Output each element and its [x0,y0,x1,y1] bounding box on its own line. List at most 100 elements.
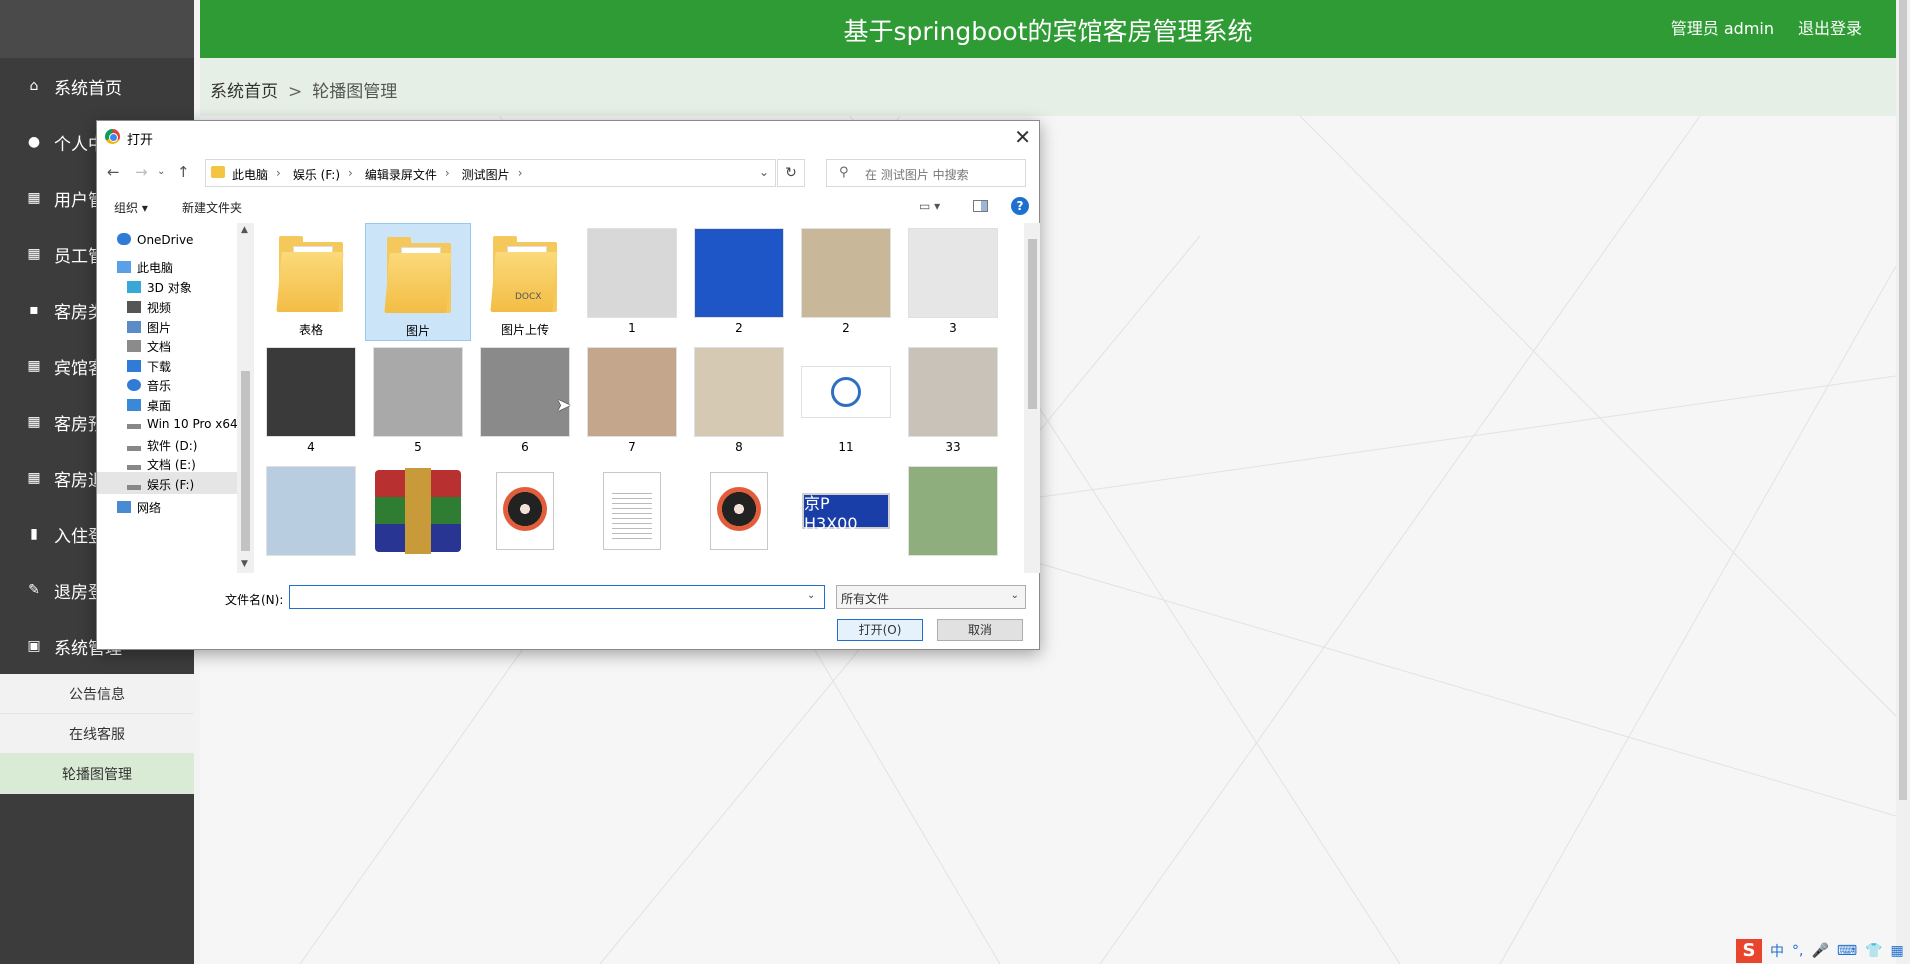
page-scrollbar-thumb[interactable] [1899,0,1907,800]
sogou-logo[interactable]: S [1736,939,1762,963]
file-item[interactable]: 4 [258,342,364,460]
file-item[interactable]: 京P H3X00 [793,461,899,573]
file-grid-scrollbar-thumb[interactable] [1028,239,1037,409]
drive-icon [127,465,141,470]
logout-link[interactable]: 退出登录 [1798,15,1862,39]
new-folder-button[interactable]: 新建文件夹 [182,199,242,216]
refresh-icon[interactable]: ↻ [777,159,805,187]
sidebar-subitem[interactable]: 在线客服 [0,714,194,754]
ime-toolbar: S 中 °, 🎤 ⌨ 👕 ▦ [1736,938,1910,964]
address-segment[interactable]: 测试图片 [462,166,510,183]
nav-item[interactable]: 网络 [97,495,237,517]
nav-item[interactable]: 文档 (E:) [97,452,237,474]
nav-item-label: 此电脑 [137,261,174,275]
file-item[interactable] [900,461,1006,573]
drive-icon [127,446,141,451]
scroll-down-icon[interactable]: ▼ [241,559,248,569]
photo-thumbnail [479,346,571,438]
sidebar-subitem[interactable]: 公告信息 [0,674,194,714]
microphone-icon[interactable]: 🎤 [1811,943,1828,959]
download-icon [127,360,141,372]
folder-icon [211,166,225,178]
file-item[interactable]: 8 [686,342,792,460]
page-scrollbar[interactable] [1896,0,1910,964]
search-icon: ⚲ [839,165,849,180]
file-grid-scrollbar[interactable] [1024,223,1040,573]
nav-item-label: 图片 [147,321,172,335]
open-button[interactable]: 打开(O) [837,619,923,641]
preview-pane-icon[interactable] [973,200,988,212]
file-item[interactable] [258,461,364,573]
recent-locations-icon[interactable]: ⌄ [157,166,165,177]
search-input[interactable]: ⚲ 在 测试图片 中搜索 [826,159,1026,187]
file-item[interactable] [472,461,578,573]
file-item[interactable]: 33 [900,342,1006,460]
back-arrow-icon[interactable]: ← [107,163,120,181]
chevron-down-icon[interactable]: ⌄ [759,165,769,179]
file-item[interactable]: 3 [900,223,1006,341]
skin-icon[interactable]: 👕 [1865,943,1882,959]
file-item[interactable] [579,461,685,573]
network-icon [117,501,131,513]
help-icon[interactable]: ? [1011,197,1029,215]
chevron-down-icon[interactable]: ⌄ [807,590,815,601]
chevron-right-icon[interactable]: › [348,166,353,183]
file-item[interactable] [686,461,792,573]
address-segment[interactable]: 娱乐 (F:) [293,166,340,183]
keyboard-icon[interactable]: ⌨ [1837,943,1857,959]
nav-item[interactable]: 音乐 [97,373,237,395]
file-item[interactable]: 表格 [258,223,364,341]
file-item[interactable]: 5 [365,342,471,460]
file-item[interactable]: 2 [793,223,899,341]
drive-icon [127,485,141,490]
nav-item[interactable]: 桌面 [97,393,237,415]
file-item[interactable]: 图片 [365,223,471,341]
organize-button[interactable]: 组织 ▾ [114,199,148,216]
filename-input[interactable] [289,585,825,609]
chevron-right-icon[interactable]: › [445,166,450,183]
nav-item[interactable]: 视频 [97,295,237,317]
chevron-right-icon[interactable]: › [276,166,281,183]
file-name: 7 [628,440,636,454]
forward-arrow-icon[interactable]: → [135,163,148,181]
chevron-right-icon[interactable]: › [518,166,523,183]
scroll-up-icon[interactable]: ▲ [241,225,248,235]
address-segment[interactable]: 编辑录屏文件 [365,166,437,183]
grid-icon: ▦ [27,470,41,486]
file-item[interactable]: 2 [686,223,792,341]
cancel-button[interactable]: 取消 [937,619,1023,641]
toolbox-icon[interactable]: ▦ [1891,943,1904,959]
breadcrumb-home[interactable]: 系统首页 [210,82,278,102]
file-item[interactable]: 1 [579,223,685,341]
ime-mode[interactable]: 中 [1770,941,1784,961]
nav-item[interactable]: 3D 对象 [97,275,237,297]
file-grid: 表格 图片 DOCX 图片上传 1 2 2 3 4 5 6 7 8 11 33 京P H3X00 [258,223,1021,573]
document-file-icon [586,465,678,557]
dialog-toolbar: 组织 ▾ 新建文件夹 ▭ ▾ ? [97,193,1039,221]
sidebar-item[interactable]: ⌂ 系统首页 [0,58,194,114]
sidebar-subitem[interactable]: 轮播图管理 [0,754,194,794]
nav-item[interactable]: 此电脑 [97,255,237,277]
up-arrow-icon[interactable]: ↑ [177,163,190,181]
video-icon [127,301,141,313]
nav-item[interactable]: 娱乐 (F:) [97,472,237,494]
nav-item[interactable]: OneDrive [97,229,237,251]
nav-item[interactable]: 文档 [97,334,237,356]
address-segment[interactable]: 此电脑 [232,166,268,183]
nav-item[interactable]: Win 10 Pro x64 [97,413,237,435]
nav-item-label: OneDrive [137,233,194,247]
view-options-icon[interactable]: ▭ ▾ [919,199,940,213]
filetype-select[interactable]: 所有文件 ⌄ [836,585,1026,609]
file-item[interactable] [365,461,471,573]
file-item[interactable]: 11 [793,342,899,460]
breadcrumb: 系统首页 > 轮播图管理 [210,77,397,102]
photo-thumbnail [586,346,678,438]
close-icon[interactable]: ✕ [1014,125,1031,149]
address-bar[interactable]: 此电脑 › 娱乐 (F:) › 编辑录屏文件 › 测试图片 › ⌄ [205,159,776,187]
navigation-scrollbar[interactable]: ▲ ▼ [237,223,254,573]
navigation-scrollbar-thumb[interactable] [241,371,250,551]
drive-icon [127,424,141,429]
punctuation-icon[interactable]: °, [1792,943,1803,959]
file-item[interactable]: 7 [579,342,685,460]
file-item[interactable]: DOCX 图片上传 [472,223,578,341]
